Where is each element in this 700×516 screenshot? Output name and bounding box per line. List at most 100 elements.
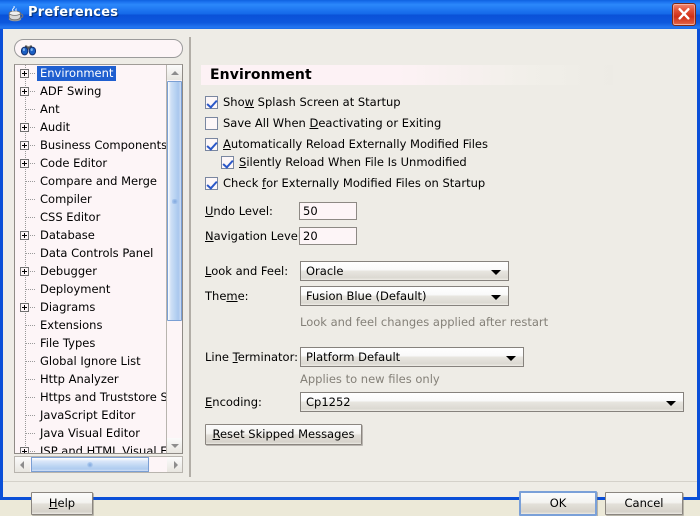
tree-connector-line: [25, 353, 26, 371]
encoding-label: Encoding:: [205, 395, 262, 409]
tree-item-css-editor[interactable]: CSS Editor: [15, 209, 167, 227]
expand-plus-icon[interactable]: [20, 141, 29, 150]
chevron-down-icon: [170, 443, 179, 448]
theme-combobox[interactable]: Fusion Blue (Default): [300, 286, 509, 306]
expand-plus-icon[interactable]: [20, 267, 29, 276]
navigation-level-input[interactable]: [299, 227, 357, 245]
help-button[interactable]: Help: [31, 492, 93, 515]
encoding-value: Cp1252: [306, 395, 351, 409]
scroll-down-button[interactable]: [167, 438, 182, 453]
checkbox-checked[interactable]: [205, 177, 218, 190]
chevron-down-icon[interactable]: [666, 401, 676, 406]
tree-item-label: Compare and Merge: [40, 174, 158, 188]
tree-item-label: Debugger: [40, 264, 97, 278]
tree-vertical-scrollbar[interactable]: [166, 65, 182, 453]
expand-plus-icon[interactable]: [20, 231, 29, 240]
tree-item-business-components[interactable]: Business Components: [15, 137, 167, 155]
tree-item-label: Diagrams: [40, 300, 96, 314]
checkbox-checked[interactable]: [205, 96, 218, 109]
tree-item-deployment[interactable]: Deployment: [15, 281, 167, 299]
tree-item-label: Http Analyzer: [40, 372, 119, 386]
scroll-up-button[interactable]: [167, 65, 182, 80]
encoding-combobox[interactable]: Cp1252: [300, 392, 684, 412]
tree-horizontal-scrollbar[interactable]: [14, 456, 183, 473]
expand-plus-icon[interactable]: [20, 447, 29, 453]
tree-item-label: Java Visual Editor: [40, 426, 140, 440]
tree-connector-line: [25, 101, 26, 119]
tree-item-https-and-truststore-settin[interactable]: Https and Truststore Settin: [15, 389, 167, 407]
tree-item-file-types[interactable]: File Types: [15, 335, 167, 353]
scroll-right-button[interactable]: [167, 457, 182, 472]
tree-item-label: Database: [40, 228, 95, 242]
tree-item-label: JSP and HTML Visual Editor: [40, 444, 167, 453]
ok-button[interactable]: OK: [519, 491, 597, 516]
chevron-down-icon[interactable]: [491, 295, 501, 300]
tree-item-ant[interactable]: Ant: [15, 101, 167, 119]
search-field[interactable]: [14, 39, 183, 58]
tree-connector-line: [25, 425, 26, 443]
look-and-feel-combobox[interactable]: Oracle: [300, 261, 509, 281]
reset-skipped-messages-button[interactable]: Reset Skipped Messages: [205, 424, 362, 445]
tree-connector-line: [26, 379, 35, 380]
horizontal-scrollbar-thumb[interactable]: [31, 457, 149, 472]
chevron-left-icon: [19, 460, 24, 469]
checkbox-checked[interactable]: [221, 156, 234, 169]
tree-connector-line: [26, 415, 35, 416]
checkbox-unchecked[interactable]: [205, 117, 218, 130]
tree-item-label: Environment: [37, 66, 117, 81]
tree-item-global-ignore-list[interactable]: Global Ignore List: [15, 353, 167, 371]
chevron-down-icon[interactable]: [506, 356, 516, 361]
tree-connector-line: [26, 109, 35, 110]
search-input[interactable]: [39, 42, 174, 55]
scrollbar-grip: [87, 462, 93, 468]
line-terminator-label: Line Terminator:: [205, 350, 298, 364]
checkbox-label: Show Splash Screen at Startup: [223, 95, 401, 109]
undo-level-input[interactable]: [299, 202, 357, 220]
tree-item-label: CSS Editor: [40, 210, 101, 224]
tree-item-debugger[interactable]: Debugger: [15, 263, 167, 281]
tree-connector-line: [25, 371, 26, 389]
line-terminator-combobox[interactable]: Platform Default: [300, 347, 524, 367]
cancel-button[interactable]: Cancel: [605, 492, 683, 515]
tree-item-compare-and-merge[interactable]: Compare and Merge: [15, 173, 167, 191]
tree-item-jsp-and-html-visual-editor[interactable]: JSP and HTML Visual Editor: [15, 443, 167, 453]
section-header: Environment: [201, 65, 613, 85]
navigation-level-label: Navigation Level:: [205, 229, 305, 243]
title-bar: Preferences: [0, 0, 700, 29]
checkbox-checked[interactable]: [205, 138, 218, 151]
vertical-scrollbar-thumb[interactable]: [167, 81, 182, 321]
panel-splitter[interactable]: [189, 37, 191, 477]
tree-connector-line: [26, 361, 35, 362]
tree-item-diagrams[interactable]: Diagrams: [15, 299, 167, 317]
expand-plus-icon[interactable]: [20, 159, 29, 168]
tree-item-database[interactable]: Database: [15, 227, 167, 245]
tree-item-environment[interactable]: Environment: [15, 65, 167, 83]
tree-item-java-visual-editor[interactable]: Java Visual Editor: [15, 425, 167, 443]
tree-item-data-controls-panel[interactable]: Data Controls Panel: [15, 245, 167, 263]
tree-item-javascript-editor[interactable]: JavaScript Editor: [15, 407, 167, 425]
scroll-left-button[interactable]: [15, 457, 30, 472]
tree-item-label: ADF Swing: [40, 84, 102, 98]
close-icon[interactable]: [672, 3, 696, 26]
tree-item-http-analyzer[interactable]: Http Analyzer: [15, 371, 167, 389]
expand-plus-icon[interactable]: [20, 69, 29, 78]
expand-plus-icon[interactable]: [20, 303, 29, 312]
bottom-divider: [3, 481, 697, 482]
line-terminator-hint: Applies to new files only: [300, 372, 440, 386]
expand-plus-icon[interactable]: [20, 123, 29, 132]
tree-item-label: Business Components: [40, 138, 167, 152]
tree-item-label: JavaScript Editor: [40, 408, 136, 422]
tree-item-compiler[interactable]: Compiler: [15, 191, 167, 209]
chevron-down-icon[interactable]: [491, 270, 501, 275]
reset-skipped-messages-label: Reset Skipped Messages: [212, 427, 355, 441]
tree-item-code-editor[interactable]: Code Editor: [15, 155, 167, 173]
checkbox-label: Check for Externally Modified Files on S…: [223, 176, 486, 190]
expand-plus-icon[interactable]: [20, 87, 29, 96]
checkbox-label: Save All When Deactivating or Exiting: [223, 116, 442, 130]
tree-item-adf-swing[interactable]: ADF Swing: [15, 83, 167, 101]
preferences-category-tree[interactable]: Environment ADF Swing Ant Audit Business Com…: [14, 64, 183, 454]
tree-item-label: Ant: [40, 102, 60, 116]
tree-item-extensions[interactable]: Extensions: [15, 317, 167, 335]
look-and-feel-value: Oracle: [306, 264, 344, 278]
tree-item-audit[interactable]: Audit: [15, 119, 167, 137]
